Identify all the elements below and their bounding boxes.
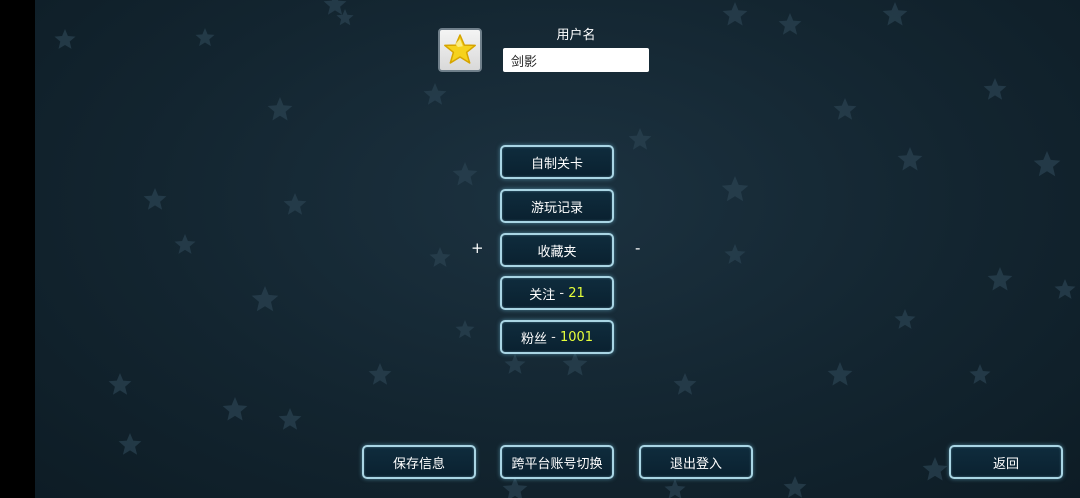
background-star-icon [783, 476, 807, 498]
logout-button[interactable]: 退出登入 [639, 445, 753, 479]
background-star-icon [504, 354, 526, 374]
logout-label: 退出登入 [669, 456, 722, 472]
background-star-icon [778, 13, 802, 35]
background-star-icon [721, 176, 749, 202]
background-star-icon [897, 147, 923, 171]
background-star-icon [1033, 151, 1061, 177]
custom-levels-label: 自制关卡 [530, 156, 583, 172]
fans-label: 粉丝 [520, 331, 547, 347]
background-star-icon [722, 2, 748, 26]
background-star-icon [882, 2, 908, 26]
favorites-button[interactable]: 收藏夹 [500, 233, 614, 267]
username-label: 用户名 [556, 28, 596, 43]
background-star-icon [628, 128, 652, 150]
favorites-remove-button[interactable]: - [635, 239, 640, 257]
fans-count: 1001 [559, 329, 594, 345]
background-star-icon [54, 29, 76, 49]
background-star-icon [423, 83, 447, 105]
background-star-icon [894, 309, 916, 329]
background-star-icon [174, 234, 196, 254]
save-info-label: 保存信息 [392, 456, 445, 472]
background-star-icon [429, 247, 451, 267]
back-button[interactable]: 返回 [949, 445, 1063, 479]
cross-platform-switch-label: 跨平台账号切换 [511, 456, 603, 472]
background-star-icon [278, 408, 302, 430]
play-history-label: 游玩记录 [530, 200, 583, 216]
custom-levels-button[interactable]: 自制关卡 [500, 145, 614, 179]
background-star-icon [922, 457, 948, 481]
background-star-icon [222, 397, 248, 421]
background-star-icon [118, 433, 142, 455]
background-star-icon [108, 373, 132, 395]
background-star-icon [323, 0, 347, 15]
background-star-icon [983, 78, 1007, 100]
back-label: 返回 [992, 456, 1019, 472]
background-star-icon [1054, 279, 1076, 299]
background-star-icon [673, 373, 697, 395]
background-star-icon [143, 188, 167, 210]
play-history-button[interactable]: 游玩记录 [500, 189, 614, 223]
background-star-icon [455, 320, 475, 339]
following-button[interactable]: 关注 - 21 [500, 276, 614, 310]
following-separator: - [555, 285, 569, 301]
background-star-icon [283, 193, 307, 215]
fans-button[interactable]: 粉丝 - 1001 [500, 320, 614, 354]
background-star-icon [987, 267, 1013, 291]
background-star-icon [664, 479, 686, 498]
background-star-icon [562, 352, 588, 376]
cross-platform-switch-button[interactable]: 跨平台账号切换 [500, 445, 614, 479]
avatar[interactable] [438, 28, 482, 72]
background-star-icon [251, 286, 279, 312]
background-star-icon [827, 362, 853, 386]
following-count: 21 [568, 285, 585, 301]
background-star-icon [267, 97, 293, 121]
background-star-icon [833, 98, 857, 120]
background-star-icon [452, 162, 478, 186]
favorites-label: 收藏夹 [537, 244, 577, 260]
save-info-button[interactable]: 保存信息 [362, 445, 476, 479]
background-star-icon [195, 28, 215, 47]
fans-separator: - [546, 329, 560, 345]
following-label: 关注 [529, 287, 556, 303]
star-icon [444, 34, 476, 64]
game-screen: 用户名 自制关卡 游玩记录 + 收藏夹 - 关注 - 21 粉丝 - 1001 … [0, 0, 1080, 498]
background-star-icon [368, 363, 392, 385]
background-star-icon [724, 244, 746, 264]
favorites-add-button[interactable]: + [471, 239, 484, 257]
background-star-icon [502, 477, 528, 498]
username-input[interactable] [503, 48, 649, 72]
background-star-icon [969, 364, 991, 384]
